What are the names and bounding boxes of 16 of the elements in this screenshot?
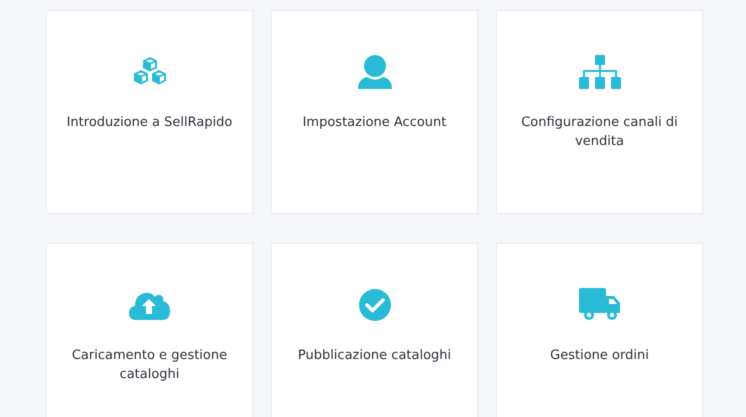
topic-card[interactable]: Configurazione canali di vendita [496,10,703,214]
card-title: Gestione ordini [550,347,649,365]
topic-card[interactable]: Introduzione a SellRapido [46,10,253,214]
card-title: Pubblicazione cataloghi [298,347,452,365]
sitemap-icon [578,54,622,90]
check-icon [358,288,392,322]
card-title: Impostazione Account [302,114,446,132]
card-title: Caricamento e gestione cataloghi [70,347,228,384]
topic-card[interactable]: Impostazione Account [271,10,478,214]
topic-card[interactable]: Gestione ordini [496,243,703,417]
user-icon [356,54,392,90]
topic-card[interactable]: Pubblicazione cataloghi [271,243,478,417]
topic-card[interactable]: Caricamento e gestione cataloghi [46,243,253,417]
card-title: Configurazione canali di vendita [520,114,679,151]
truck-icon [578,287,622,323]
card-title: Introduzione a SellRapido [66,114,232,132]
